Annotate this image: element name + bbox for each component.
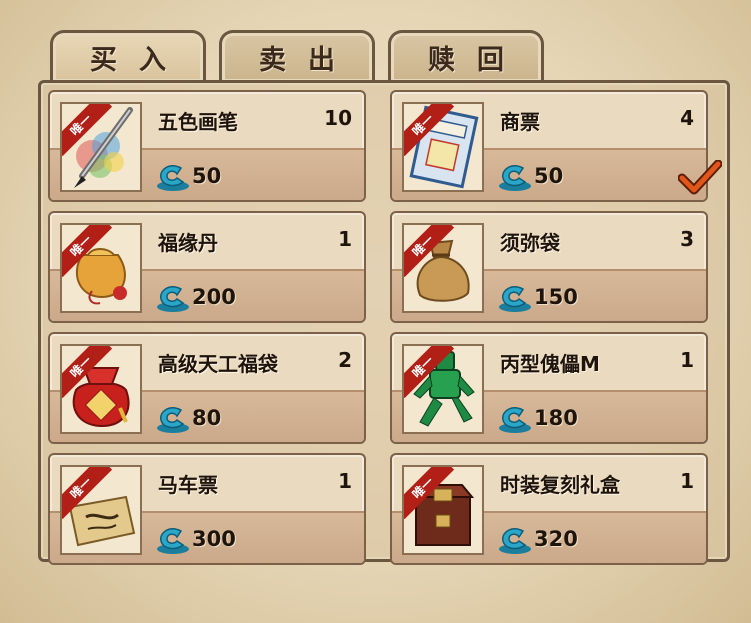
item-card[interactable]: 唯一 时装复刻礼盒 1 320 — [390, 453, 708, 565]
item-card[interactable]: 唯一 丙型傀儡M 1 180 — [390, 332, 708, 444]
item-card[interactable]: 唯一 须弥袋 3 150 — [390, 211, 708, 323]
item-quantity: 1 — [680, 469, 694, 493]
item-name: 时装复刻礼盒 — [500, 473, 620, 497]
jade-currency-icon — [499, 286, 531, 312]
item-card[interactable]: 唯一 福缘丹 1 200 — [48, 211, 366, 323]
trade-ticket-icon: 唯一 — [402, 102, 484, 192]
item-card[interactable]: 唯一 五色画笔 10 50 — [48, 90, 366, 202]
item-price: 320 — [534, 527, 578, 551]
item-name: 商票 — [500, 110, 540, 134]
item-price: 80 — [192, 406, 222, 430]
item-name: 须弥袋 — [500, 231, 560, 255]
gift-chest-icon: 唯一 — [402, 465, 484, 555]
item-price: 50 — [534, 164, 564, 188]
jade-currency-icon — [499, 407, 531, 433]
brush-icon: 唯一 — [60, 102, 142, 192]
item-price: 180 — [534, 406, 578, 430]
jade-puppet-icon: 唯一 — [402, 344, 484, 434]
tab-buy[interactable]: 买入 — [50, 30, 206, 82]
item-card[interactable]: 唯一 商票 4 50 — [390, 90, 708, 202]
item-quantity: 2 — [338, 348, 352, 372]
item-price: 300 — [192, 527, 236, 551]
item-name: 福缘丹 — [158, 231, 218, 255]
item-card[interactable]: 唯一 高级天工福袋 2 80 — [48, 332, 366, 444]
jade-currency-icon — [157, 286, 189, 312]
tab-redeem-label: 赎回 — [428, 45, 526, 76]
item-quantity: 4 — [680, 106, 694, 130]
item-card[interactable]: 唯一 马车票 1 300 — [48, 453, 366, 565]
cloth-sack-icon: 唯一 — [402, 223, 484, 313]
jade-currency-icon — [499, 528, 531, 554]
item-name: 高级天工福袋 — [158, 352, 278, 376]
carriage-ticket-icon: 唯一 — [60, 465, 142, 555]
item-name: 丙型傀儡M — [500, 352, 600, 376]
tab-sell-label: 卖出 — [259, 45, 357, 76]
selected-check-icon — [678, 160, 722, 195]
item-price: 200 — [192, 285, 236, 309]
item-name: 五色画笔 — [158, 110, 238, 134]
item-quantity: 1 — [338, 469, 352, 493]
item-quantity: 1 — [338, 227, 352, 251]
item-quantity: 10 — [324, 106, 352, 130]
item-price: 150 — [534, 285, 578, 309]
fortune-pill-pouch-icon: 唯一 — [60, 223, 142, 313]
item-quantity: 1 — [680, 348, 694, 372]
jade-currency-icon — [499, 165, 531, 191]
item-name: 马车票 — [158, 473, 218, 497]
jade-currency-icon — [157, 165, 189, 191]
jade-currency-icon — [157, 407, 189, 433]
red-lucky-bag-icon: 唯一 — [60, 344, 142, 434]
item-price: 50 — [192, 164, 222, 188]
jade-currency-icon — [157, 528, 189, 554]
tab-redeem[interactable]: 赎回 — [388, 30, 544, 82]
tab-sell[interactable]: 卖出 — [219, 30, 375, 82]
item-quantity: 3 — [680, 227, 694, 251]
tab-buy-label: 买入 — [90, 45, 188, 76]
